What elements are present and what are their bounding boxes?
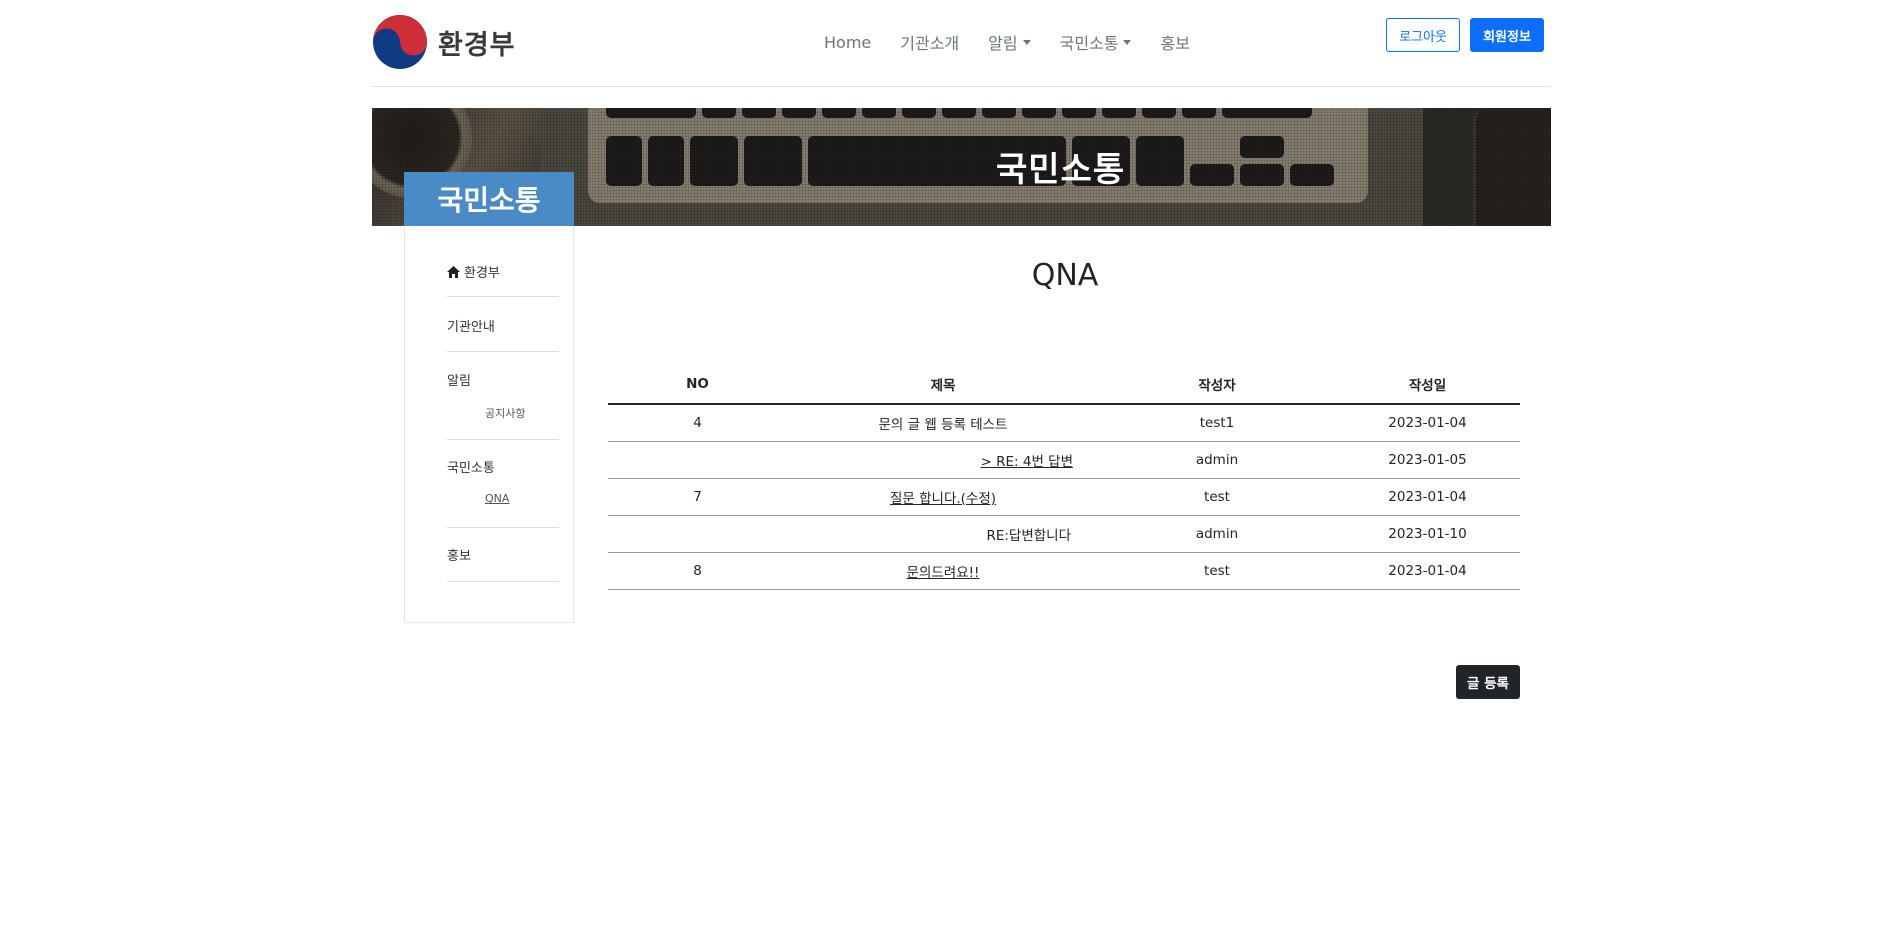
cell-date: 2023-01-05 — [1335, 441, 1520, 479]
cell-no: 7 — [608, 478, 787, 516]
header: 환경부 Home 기관소개 알림 국민소통 홍보 로그아웃 회원정보 — [372, 0, 1551, 87]
nav-notice-dropdown[interactable]: 알림 — [988, 30, 1031, 54]
cell-no — [608, 441, 787, 479]
cell-title: 문의 글 웹 등록 테스트 — [787, 404, 1099, 442]
table-row: 4 문의 글 웹 등록 테스트 test1 2023-01-04 — [608, 404, 1520, 442]
main-nav: Home 기관소개 알림 국민소통 홍보 — [824, 30, 1190, 54]
page-title: QNA — [1031, 258, 1099, 293]
cell-author: admin — [1099, 515, 1335, 553]
logout-button[interactable]: 로그아웃 — [1386, 18, 1460, 52]
post-title-link[interactable]: 질문 합니다.(수정) — [890, 491, 996, 507]
home-icon — [447, 265, 460, 278]
post-title-text: RE:답변합니다 — [986, 527, 1071, 544]
sidebar-item-pr[interactable]: 홍보 — [447, 545, 559, 582]
table-row: 8 문의드려요!! test 2023-01-04 — [608, 552, 1520, 590]
cell-no: 8 — [608, 552, 787, 590]
write-post-button[interactable]: 글 등록 — [1456, 665, 1520, 699]
column-header-date: 작성일 — [1335, 364, 1520, 405]
column-header-title: 제목 — [787, 364, 1099, 405]
nav-notice-label: 알림 — [988, 34, 1018, 53]
cell-title: RE:답변합니다 — [787, 515, 1099, 553]
sidebar-item-label: 홍보 — [447, 549, 471, 564]
cell-author: test1 — [1099, 404, 1335, 442]
sidebar-item-label: 환경부 — [464, 266, 500, 281]
sidebar-item-home-row: 환경부 — [447, 262, 559, 281]
sidebar-item-communication[interactable]: 국민소통 QNA — [447, 457, 559, 528]
qna-table: NO 제목 작성자 작성일 4 문의 글 웹 등록 테스트 test1 2023… — [608, 364, 1520, 590]
nav-home-label: Home — [824, 32, 872, 52]
post-title-link[interactable]: > RE: 4번 답변 — [981, 454, 1074, 470]
logo[interactable]: 환경부 — [372, 14, 516, 70]
cell-date: 2023-01-04 — [1335, 478, 1520, 516]
cell-author: test — [1099, 552, 1335, 590]
cell-date: 2023-01-10 — [1335, 515, 1520, 553]
banner-title: 국민소통 — [996, 150, 1126, 190]
brand-name: 환경부 — [438, 29, 516, 61]
sidebar: 환경부 기관안내 알림 공지사항 국민소통 QNA 홍보 — [404, 226, 574, 623]
table-row: 7 질문 합니다.(수정) test 2023-01-04 — [608, 478, 1520, 516]
sidebar-item-label: 기관안내 — [447, 320, 495, 335]
sidebar-item-notice[interactable]: 알림 공지사항 — [447, 370, 559, 440]
sidebar-item-home[interactable]: 환경부 — [447, 262, 559, 297]
cell-title-cell: 문의드려요!! — [787, 552, 1099, 590]
sidebar-item-label: 국민소통 — [447, 461, 495, 476]
sidebar-item-label: 알림 — [447, 374, 471, 389]
nav-pr-label: 홍보 — [1160, 34, 1190, 53]
caret-down-icon — [1123, 39, 1132, 45]
taegeuk-logo-icon — [373, 15, 427, 69]
cell-title-cell: > RE: 4번 답변 — [787, 441, 1099, 479]
column-header-author: 작성자 — [1099, 364, 1335, 405]
nav-about-label: 기관소개 — [900, 34, 960, 53]
cell-no — [608, 515, 787, 553]
cell-no: 4 — [608, 404, 787, 442]
caret-down-icon — [1022, 39, 1031, 45]
table-header-row: NO 제목 작성자 작성일 — [608, 364, 1520, 405]
nav-about[interactable]: 기관소개 — [900, 30, 959, 54]
nav-pr[interactable]: 홍보 — [1160, 30, 1189, 54]
nav-communication-label: 국민소통 — [1059, 34, 1119, 53]
sidebar-subitem-qna[interactable]: QNA — [485, 492, 559, 505]
sidebar-item-about[interactable]: 기관안내 — [447, 316, 559, 352]
cell-author: admin — [1099, 441, 1335, 479]
column-header-no: NO — [608, 364, 787, 405]
cell-date: 2023-01-04 — [1335, 552, 1520, 590]
cell-author: test — [1099, 478, 1335, 516]
nav-communication-dropdown[interactable]: 국민소통 — [1060, 30, 1132, 54]
nav-home[interactable]: Home — [824, 33, 871, 52]
cell-title-cell: 질문 합니다.(수정) — [787, 478, 1099, 516]
sidebar-subitem-announcements[interactable]: 공지사항 — [485, 405, 559, 421]
post-title-link[interactable]: 문의드려요!! — [907, 565, 980, 581]
cell-date: 2023-01-04 — [1335, 404, 1520, 442]
sidebar-title: 국민소통 — [404, 172, 574, 226]
member-info-button[interactable]: 회원정보 — [1470, 18, 1544, 52]
table-row: > RE: 4번 답변 admin 2023-01-05 — [608, 441, 1520, 479]
table-row: RE:답변합니다 admin 2023-01-10 — [608, 515, 1520, 553]
